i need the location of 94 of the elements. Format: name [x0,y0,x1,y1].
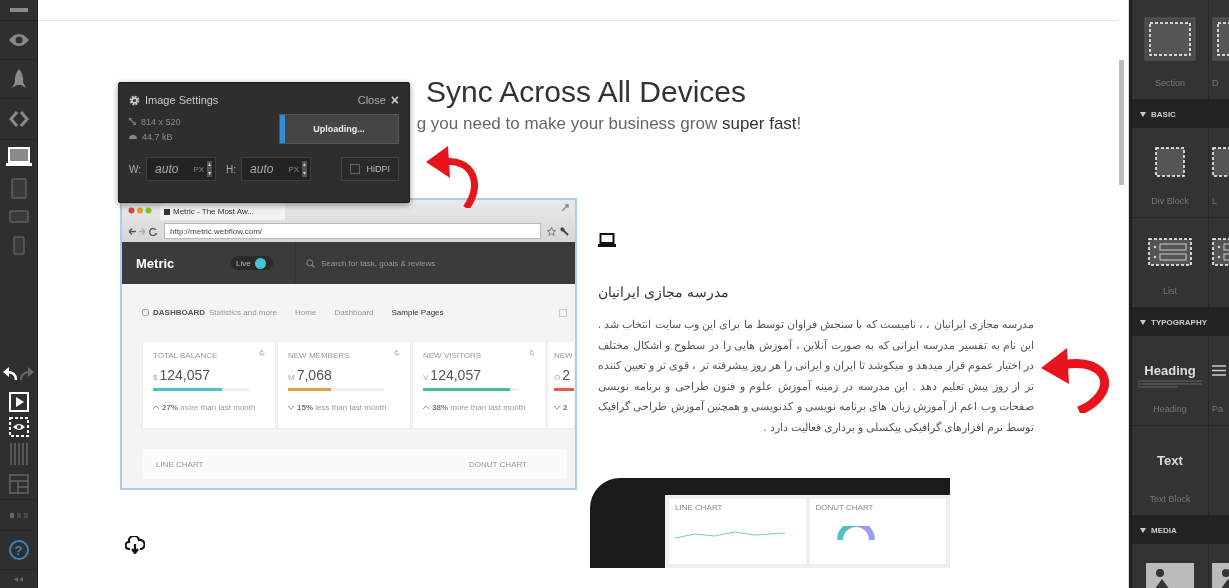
eye-icon[interactable] [7,33,30,47]
text-sample: Text [1157,452,1183,468]
navigation-icon[interactable] [128,226,158,236]
wrench-icon[interactable] [560,226,569,236]
refresh-icon[interactable] [259,350,265,356]
card-title: NEW MEMBERS [288,351,350,360]
paragraph-icon [1212,364,1226,376]
address-bar[interactable]: http://metric.webflow.com/ [164,223,541,239]
element-tile[interactable]: Heading Heading [1132,336,1209,426]
card-value: M 7,068 [288,367,333,383]
eye-dashed-icon[interactable] [8,417,29,437]
laptop-icon[interactable] [5,147,32,167]
spinner-icon[interactable] [207,161,213,177]
phone-icon[interactable] [12,235,25,255]
section-icon [1144,17,1196,61]
columns-icon[interactable] [9,443,28,465]
tablet-icon[interactable] [10,177,27,199]
change-text: 38% more than last month [432,403,526,412]
panel-title: Image Settings [145,94,219,106]
upload-button[interactable]: Uploading... [279,114,399,144]
field-label: W: [129,163,142,175]
gauge-icon [129,134,137,139]
layout-icon[interactable] [8,474,29,494]
collapse-icon[interactable] [13,576,24,582]
chart-title: LINE CHART [675,503,724,512]
card-title: TOTAL BALANCE [153,351,218,360]
image-dimensions: 814 x 520 [141,116,181,127]
page-subtitle: Statistics and more [209,308,278,317]
expand-icon[interactable] [561,204,569,212]
section-subheading: g you need to make your business grow super fast! [416,114,802,134]
card-title: NEW [554,351,573,360]
file-size: 44.7 kB [142,131,173,142]
cursor-box-icon[interactable] [8,392,29,412]
tile-label: Heading [1153,404,1187,414]
search-icon [306,258,315,268]
undo-icon[interactable] [3,367,18,381]
change-text: 2 [563,403,568,412]
hidpi-checkbox[interactable]: HiDPI [341,157,399,181]
section-title: DONUT CHART [469,459,527,469]
laptop-icon [598,233,616,247]
field-label: H: [226,163,237,175]
change-text: 27% more than last month [162,403,256,412]
rocket-icon[interactable] [10,69,27,89]
div-block-icon [1155,147,1185,177]
star-icon[interactable] [547,226,556,236]
tile-label: Div Block [1151,196,1189,206]
card-value: $124,057 [153,367,212,383]
card-title: NEW VISITORS [423,351,482,360]
caret-icon [554,405,560,410]
refresh-icon[interactable] [529,350,535,356]
tile-label: L [1212,196,1217,206]
close-button[interactable]: Close × [357,92,399,108]
cloud-download-icon [125,536,145,554]
gear-icon [129,94,140,106]
feature-title: مدرسه مجازی ایرانیان [598,284,729,300]
section-title: LINE CHART [156,459,204,469]
live-toggle[interactable]: Live [231,256,273,270]
spinner-icon[interactable] [302,161,308,177]
heading-sample: Heading [1144,362,1196,378]
resize-icon [129,118,136,125]
tile-label: Section [1155,78,1185,88]
caret-icon [423,405,429,410]
element-tile[interactable]: Text Text Block [1132,426,1209,516]
bar-icon[interactable] [9,8,28,12]
window-controls-icon[interactable] [128,206,152,214]
refresh-icon[interactable] [394,350,400,356]
browser-tab[interactable]: Metric - The Most Aw... [160,203,285,220]
card-value: V 124,057 [423,367,482,383]
search-field[interactable]: Search for task, goals & reviews [295,242,436,284]
chart-title: DONUT CHART [815,503,875,512]
scrollbar-thumb[interactable] [1119,60,1124,185]
donut-chart-drawing [835,526,876,540]
caret-icon [153,405,159,410]
height-field[interactable]: auto PX [241,157,312,181]
section-heading: Sync Across All Devices [425,76,747,108]
feature-description: مدرسه مجازی ایرانیان ، ، نامیست که با سنجش فراوان توسط ما برای این وب سایت انتخاب شد . این نام به تفسیر مدرسه ایرانی که به صورت آنلاین ، آموزش هایی را در سطوح و اشکال مختلف در اختیار عموم قرار میدهد و میکوشد تا ایران و ایرانی را هر روز پیشرفته تر ، قوی تر و تعیین کننده تر از روز پیش تعلیم دهد . این مدرسه در زمینه آموزش علوم و فنون طراحی و برنامه نویسی صفحات وب اعم از آموزش زبان های برنامه نویسی و کدنویسی و همچنین آموزش طراحی گرافیک توسط نرم افزارهای گرافیکی پیکسلی و برداری فعالیت دارد . [598,317,1034,436]
tile-label: D [1212,78,1219,88]
dashboard-icon [142,309,149,316]
tile-label: List [1163,286,1177,296]
list-icon [1148,238,1192,266]
card-value: O 2 [554,367,572,383]
breadcrumb-link[interactable]: Sample Pages [391,308,444,317]
image-icon [1146,563,1194,588]
app-logo: Metric [136,255,176,271]
tile-label: Pa [1212,404,1223,414]
phone-icon[interactable] [8,209,29,223]
change-text: 15% less than last month [297,403,387,412]
page-title: DASHBOARD [153,308,205,317]
text-lines-icon [1138,379,1202,388]
code-icon[interactable] [8,111,29,127]
width-field[interactable]: auto PX [146,157,217,181]
tile-label: Text Block [1149,494,1191,504]
caret-icon [288,405,294,410]
dots-icon[interactable] [9,512,28,518]
